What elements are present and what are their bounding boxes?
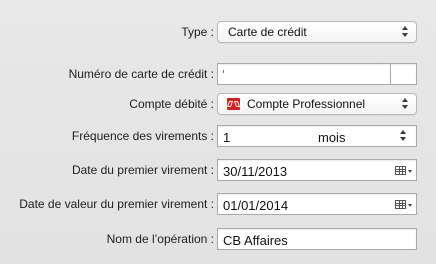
first-transfer-date-value[interactable]: 30/11/2013 [223,164,287,179]
debited-account-label: Compte débité : [129,97,214,111]
first-transfer-date-label: Date du premier virement : [71,163,214,177]
first-value-date-field[interactable]: 01/01/2014 [217,193,417,215]
calendar-icon[interactable] [395,166,406,175]
scheduled-transfer-form: Type : Carte de crédit Numéro de carte d… [0,0,436,264]
text-cursor [223,70,224,73]
up-down-arrows-icon [402,98,410,112]
type-select[interactable]: Carte de crédit [217,21,417,43]
card-number-label: Numéro de carte de crédit : [68,67,214,81]
operation-name-input[interactable]: CB Affaires [217,228,417,250]
card-number-row: Numéro de carte de crédit : [0,63,436,87]
transfer-frequency-row: Fréquence des virements : 1 mois [0,125,436,149]
type-row: Type : Carte de crédit [0,21,436,45]
type-label: Type : [181,25,214,39]
calendar-icon[interactable] [395,200,406,209]
operation-name-label: Nom de l’opération : [106,232,214,246]
debited-account-select[interactable]: Compte Professionnel [217,93,417,115]
debited-account-row: Compte débité : Compte Professionnel [0,93,436,117]
card-number-extra-input[interactable] [390,63,417,85]
operation-name-value[interactable]: CB Affaires [223,233,288,248]
transfer-frequency-label: Fréquence des virements : [71,129,214,143]
dropdown-caret-icon [408,170,412,173]
transfer-frequency-unit: mois [318,130,346,145]
first-value-date-label: Date de valeur du premier virement : [19,197,214,211]
debited-account-value: Compte Professionnel [247,97,366,111]
transfer-frequency-stepper[interactable]: 1 mois [217,125,417,147]
transfer-frequency-value[interactable]: 1 [223,130,230,145]
first-transfer-date-row: Date du premier virement : 30/11/2013 [0,159,436,183]
operation-name-row: Nom de l’opération : CB Affaires [0,228,436,252]
up-down-arrows-icon [402,26,410,40]
up-down-arrows-icon[interactable] [400,130,408,144]
bank-logo-icon [227,98,240,110]
card-number-input[interactable] [217,63,391,85]
first-transfer-date-field[interactable]: 30/11/2013 [217,159,417,181]
first-value-date-value[interactable]: 01/01/2014 [223,198,288,213]
first-value-date-row: Date de valeur du premier virement : 01/… [0,193,436,217]
type-select-value: Carte de crédit [228,25,307,39]
dropdown-caret-icon [408,204,412,207]
